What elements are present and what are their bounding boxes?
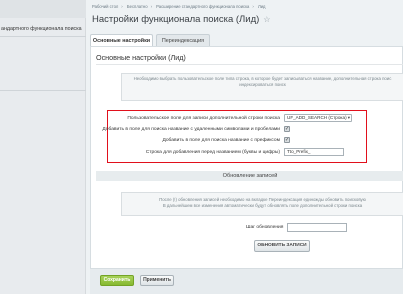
highlighted-settings-group: Пользовательское поле для записи дополни… <box>102 110 368 163</box>
step-row: Шаг обновления <box>91 223 403 233</box>
add-removed-checkbox[interactable]: ✓ <box>284 126 290 132</box>
refresh-records-button[interactable]: ОБНОВИТЬ ЗАПИСИ <box>254 240 310 252</box>
prefix-string-input[interactable]: Tto_Prefix_ <box>284 148 344 156</box>
user-field-select[interactable]: UF_ADD_SEARCH (Строка) ▾ <box>284 114 352 122</box>
sidebar-header <box>0 0 86 18</box>
panel-title: Основные настройки (Лид) <box>96 53 186 62</box>
user-field-label: Пользовательское поле для записи дополни… <box>127 116 280 121</box>
tab-main-settings[interactable]: Основные настройки <box>90 34 153 46</box>
add-removed-row: Добавить в поле для поиска название с уд… <box>102 125 368 135</box>
info-notice: Необходимо выбрать пользовательское поле… <box>121 73 403 101</box>
step-input[interactable] <box>287 223 347 232</box>
breadcrumb-item[interactable]: Расширение стандартного функционала поис… <box>156 4 249 9</box>
step-label: Шаг обновления <box>246 225 284 230</box>
page-title: Настройки функционала поиска (Лид) ☆ <box>92 14 270 25</box>
prefix-string-label: Строка для добавления перед названием (б… <box>145 150 280 155</box>
page-title-text: Настройки функционала поиска (Лид) <box>92 14 260 25</box>
breadcrumb: Рабочий стол › Бесплатно › Расширение стан… <box>92 4 266 9</box>
apply-button[interactable]: Применить <box>140 275 174 286</box>
main-area: Рабочий стол › Бесплатно › Расширение стан… <box>86 0 403 294</box>
notice-line: индексироваться поиск <box>239 82 286 88</box>
divider <box>0 90 86 91</box>
chevron-down-icon: ▾ <box>347 115 350 120</box>
breadcrumb-item[interactable]: Бесплатно <box>127 4 148 9</box>
add-prefix-label: Добавить в поле для поиска название с пр… <box>162 138 280 143</box>
sidebar-item-search-settings[interactable]: андартного функционала поиска <box>0 24 86 35</box>
star-icon[interactable]: ☆ <box>263 15 270 24</box>
footer-bar: Сохранить Применить <box>90 268 403 294</box>
divider <box>96 64 403 65</box>
section-title: Обновление записей <box>96 171 403 181</box>
save-button[interactable]: Сохранить <box>100 275 134 286</box>
user-field-value: UF_ADD_SEARCH (Строка) <box>287 115 347 120</box>
tab-reindex[interactable]: Переиндексация <box>156 34 210 46</box>
breadcrumb-item[interactable]: Рабочий стол <box>92 4 118 9</box>
divider <box>0 36 86 37</box>
user-field-row: Пользовательское поле для записи дополни… <box>108 114 368 124</box>
notice-line: В дальнейшем все изменения автоматически… <box>162 203 363 209</box>
add-prefix-checkbox[interactable]: ✓ <box>284 137 290 143</box>
add-removed-label: Добавить в поле для поиска название с уд… <box>102 127 280 132</box>
breadcrumb-item[interactable]: Лид <box>258 4 266 9</box>
sidebar: андартного функционала поиска <box>0 0 86 294</box>
settings-panel: Основные настройки (Лид) Необходимо выбр… <box>90 46 403 286</box>
add-prefix-row: Добавить в поле для поиска название с пр… <box>108 136 368 146</box>
info-notice: После (!) обновления записей необходимо … <box>121 192 403 216</box>
prefix-string-row: Строка для добавления перед названием (б… <box>108 148 368 158</box>
